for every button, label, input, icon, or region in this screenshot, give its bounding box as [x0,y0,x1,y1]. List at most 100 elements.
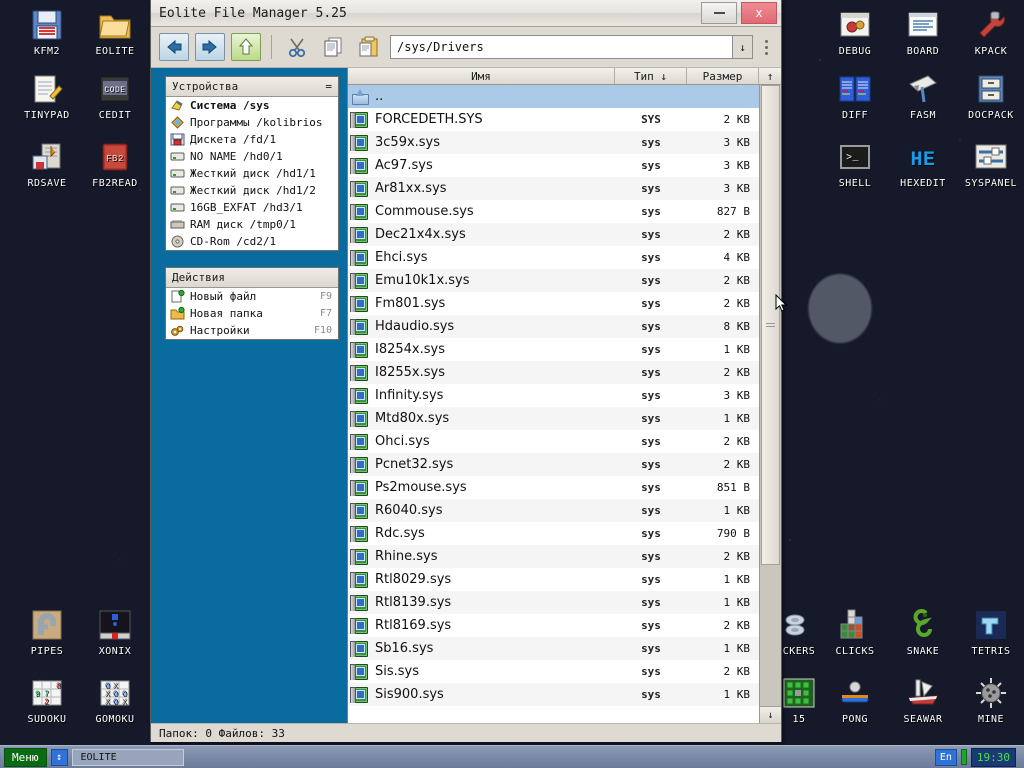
up-button[interactable] [231,33,261,61]
minimize-button[interactable] [701,2,737,24]
table-row[interactable]: Rhine.sys sys 2 KB [348,545,759,568]
cut-button[interactable] [282,33,312,61]
table-row[interactable]: Sb16.sys sys 1 KB [348,637,759,660]
scrollbar-thumb[interactable] [761,85,780,565]
table-row[interactable]: I8254x.sys sys 1 KB [348,338,759,361]
table-row[interactable]: 3c59x.sys sys 3 KB [348,131,759,154]
action-item[interactable]: Новый файл F9 [166,288,338,305]
desktop-icon-shell[interactable]: >_ SHELL [818,140,892,189]
copy-button[interactable] [318,33,348,61]
sidebar[interactable]: Устройства = Система /sys Программы /koli… [151,68,347,723]
table-row[interactable]: Emu10k1x.sys sys 2 KB [348,269,759,292]
paste-button[interactable] [354,33,384,61]
close-button[interactable]: x [741,2,777,24]
table-row[interactable]: Ac97.sys sys 3 KB [348,154,759,177]
desktop-icon-kpack[interactable]: KPACK [954,8,1024,57]
desktop-icon-gomoku[interactable]: O X O O X X O X GOMOKU [78,676,152,725]
desktop-icon-cedit[interactable]: CODE CEDIT [78,72,152,121]
taskbar[interactable]: Меню ↕ EOLITE En 19:30 [0,745,1024,768]
desktop-icon-syspanel[interactable]: SYSPANEL [954,140,1024,189]
device-item[interactable]: Система /sys [166,97,338,114]
desktop-icon-tetris[interactable]: TETRIS [954,608,1024,657]
table-row[interactable]: Hdaudio.sys sys 8 KB [348,315,759,338]
device-item[interactable]: NO NAME /hd0/1 [166,148,338,165]
desktop-icon-mine[interactable]: MINE [954,676,1024,725]
table-row[interactable]: R6040.sys sys 1 KB [348,499,759,522]
file-list-pane[interactable]: Имя Тип ↓ Размер ↑ .. FORCEDETH.SYS SYS 2 K… [347,68,781,723]
vertical-scrollbar[interactable]: ↓ [759,85,781,723]
scrollbar-track[interactable] [760,85,781,706]
device-item[interactable]: CD-Rom /cd2/1 [166,233,338,250]
table-row[interactable]: Ohci.sys sys 2 KB [348,430,759,453]
column-header-size[interactable]: Размер [687,68,759,84]
desktop-icon-clicks[interactable]: CLICKS [818,608,892,657]
actions-panel-header[interactable]: Действия [166,268,338,288]
svg-text:FB2: FB2 [106,154,124,164]
desktop-icon-eolite[interactable]: EOLITE [78,8,152,57]
start-menu-button[interactable]: Меню [4,747,47,767]
desktop-icon-board[interactable]: BOARD [886,8,960,57]
table-row[interactable]: I8255x.sys sys 2 KB [348,361,759,384]
toolbar[interactable]: /sys/Drivers ↓ [151,27,781,68]
scroll-up-button[interactable]: ↑ [759,68,781,84]
clock[interactable]: 19:30 [970,747,1016,767]
table-row[interactable]: Rtl8169.sys sys 2 KB [348,614,759,637]
table-row[interactable]: .. [348,85,759,108]
desktop-icon-fb2read[interactable]: FB2 FB2READ [78,140,152,189]
device-item[interactable]: RAM диск /tmp0/1 [166,216,338,233]
table-row[interactable]: Dec21x4x.sys sys 2 KB [348,223,759,246]
device-item[interactable]: Программы /kolibrios [166,114,338,131]
table-row[interactable]: Rdc.sys sys 790 B [348,522,759,545]
table-row[interactable]: Infinity.sys sys 3 KB [348,384,759,407]
window-cycle-button[interactable]: ↕ [50,748,68,766]
device-item[interactable]: Жесткий диск /hd1/2 [166,182,338,199]
table-row[interactable]: Fm801.sys sys 2 KB [348,292,759,315]
device-item[interactable]: Дискета /fd/1 [166,131,338,148]
desktop-icon-debug[interactable]: DEBUG [818,8,892,57]
desktop-icon-xonix[interactable]: XONIX [78,608,152,657]
table-row[interactable]: Pcnet32.sys sys 2 KB [348,453,759,476]
language-indicator[interactable]: En [934,748,957,766]
desktop-icon-docpack[interactable]: DOCPACK [954,72,1024,121]
back-button[interactable] [159,33,189,61]
more-options-button[interactable] [759,39,773,55]
desktop-icon-pong[interactable]: PONG [818,676,892,725]
table-row[interactable]: Commouse.sys sys 827 B [348,200,759,223]
device-item[interactable]: 16GB_EXFAT /hd3/1 [166,199,338,216]
table-row[interactable]: Ehci.sys sys 4 KB [348,246,759,269]
desktop-icon-fasm[interactable]: FASM [886,72,960,121]
path-input[interactable]: /sys/Drivers ↓ [390,35,753,59]
table-row[interactable]: Sis900.sys sys 1 KB [348,683,759,706]
table-row[interactable]: Mtd80x.sys sys 1 KB [348,407,759,430]
desktop-icon-hexedit[interactable]: HE HEXEDIT [886,140,960,189]
device-item[interactable]: Жесткий диск /hd1/1 [166,165,338,182]
devices-panel-header[interactable]: Устройства = [166,77,338,97]
desktop-icon-rdsave[interactable]: RDSAVE [10,140,84,189]
table-row[interactable]: Rtl8139.sys sys 1 KB [348,591,759,614]
action-item[interactable]: Новая папка F7 [166,305,338,322]
desktop-icon-seawar[interactable]: SEAWAR [886,676,960,725]
desktop-icon-kfm2[interactable]: KFM2 [10,8,84,57]
window-titlebar[interactable]: Eolite File Manager 5.25 x [151,0,781,27]
desktop-icon-sudoku[interactable]: 8 9 7 2 SUDOKU [10,676,84,725]
table-row[interactable]: Rtl8029.sys sys 1 KB [348,568,759,591]
scroll-down-button[interactable]: ↓ [760,706,781,723]
file-type: sys [641,159,661,172]
forward-button[interactable] [195,33,225,61]
column-header-type[interactable]: Тип ↓ [615,68,687,84]
table-row[interactable]: FORCEDETH.SYS SYS 2 KB [348,108,759,131]
eolite-file-manager-window[interactable]: Eolite File Manager 5.25 x /sys/Drivers … [150,0,787,742]
table-row[interactable]: Ps2mouse.sys sys 851 B [348,476,759,499]
desktop-icon-pipes[interactable]: PIPES [10,608,84,657]
column-header-name[interactable]: Имя [348,68,615,84]
action-item[interactable]: Настройки F10 [166,322,338,339]
path-dropdown-button[interactable]: ↓ [732,36,752,58]
table-row[interactable]: Ar81xx.sys sys 3 KB [348,177,759,200]
desktop-icon-diff[interactable]: DIFF [818,72,892,121]
collapse-icon[interactable]: = [325,80,332,93]
desktop-icon-snake[interactable]: SNAKE [886,608,960,657]
system-tray[interactable]: En 19:30 [934,747,1020,767]
desktop-icon-tinypad[interactable]: TINYPAD [10,72,84,121]
taskbar-task[interactable]: EOLITE [71,748,184,766]
table-row[interactable]: Sis.sys sys 2 KB [348,660,759,683]
